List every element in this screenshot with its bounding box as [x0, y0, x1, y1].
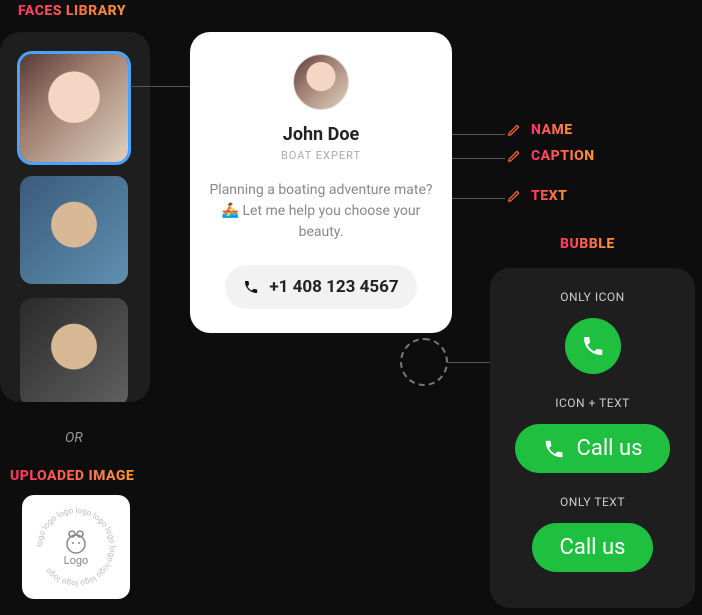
card-name[interactable]: John Doe	[206, 124, 436, 145]
face-option-2[interactable]	[20, 176, 128, 284]
bubble-only-text-label: ONLY TEXT	[560, 495, 625, 509]
face-option-1[interactable]	[20, 54, 128, 162]
svg-text:Logo: Logo	[64, 554, 89, 567]
bubble-call-us-text: Call us	[577, 436, 643, 461]
faces-library-heading: FACES LIBRARY	[18, 3, 126, 19]
card-text[interactable]: Planning a boating adventure mate? 🚣 Let…	[206, 180, 436, 243]
edit-caption-row[interactable]: CAPTION	[507, 148, 595, 164]
uploaded-image-heading: UPLOADED IMAGE	[10, 468, 134, 484]
bubble-option-only-text[interactable]: Call us	[532, 523, 654, 572]
face-image	[20, 176, 128, 284]
logo-placeholder: logo logo logo logo logo logo logo logo …	[33, 504, 119, 590]
faces-library-panel	[0, 32, 150, 402]
or-label: OR	[65, 430, 83, 446]
face-image	[20, 298, 128, 402]
profile-card: John Doe BOAT EXPERT Planning a boating …	[190, 32, 452, 333]
edit-caption-label: CAPTION	[531, 148, 595, 164]
bubble-heading: BUBBLE	[560, 236, 615, 252]
face-option-3[interactable]	[20, 298, 128, 402]
svg-text:logo logo logo logo logo logo: logo logo logo logo logo logo logo logo …	[35, 506, 117, 588]
bubble-target-indicator	[400, 338, 448, 386]
phone-icon	[243, 279, 259, 295]
phone-icon	[581, 334, 605, 358]
phone-icon	[543, 438, 565, 460]
card-caption[interactable]: BOAT EXPERT	[206, 149, 436, 162]
pencil-icon	[507, 149, 521, 163]
card-phone-button[interactable]: +1 408 123 4567	[225, 265, 416, 309]
bubble-only-icon-label: ONLY ICON	[560, 290, 624, 304]
bubble-panel: ONLY ICON ICON + TEXT Call us ONLY TEXT …	[490, 268, 695, 608]
face-image	[20, 54, 128, 162]
edit-text-row[interactable]: TEXT	[507, 188, 567, 204]
pencil-icon	[507, 123, 521, 137]
uploaded-image-slot[interactable]: logo logo logo logo logo logo logo logo …	[22, 495, 130, 599]
bubble-call-us-text: Call us	[560, 535, 626, 560]
bubble-icon-text-label: ICON + TEXT	[555, 396, 630, 410]
edit-name-label: NAME	[531, 122, 573, 138]
edit-text-label: TEXT	[531, 188, 567, 204]
card-phone-number: +1 408 123 4567	[269, 277, 398, 297]
edit-name-row[interactable]: NAME	[507, 122, 573, 138]
bubble-option-icon-text[interactable]: Call us	[515, 424, 671, 473]
card-avatar[interactable]	[293, 54, 349, 110]
bubble-option-only-icon[interactable]	[565, 318, 621, 374]
pencil-icon	[507, 189, 521, 203]
